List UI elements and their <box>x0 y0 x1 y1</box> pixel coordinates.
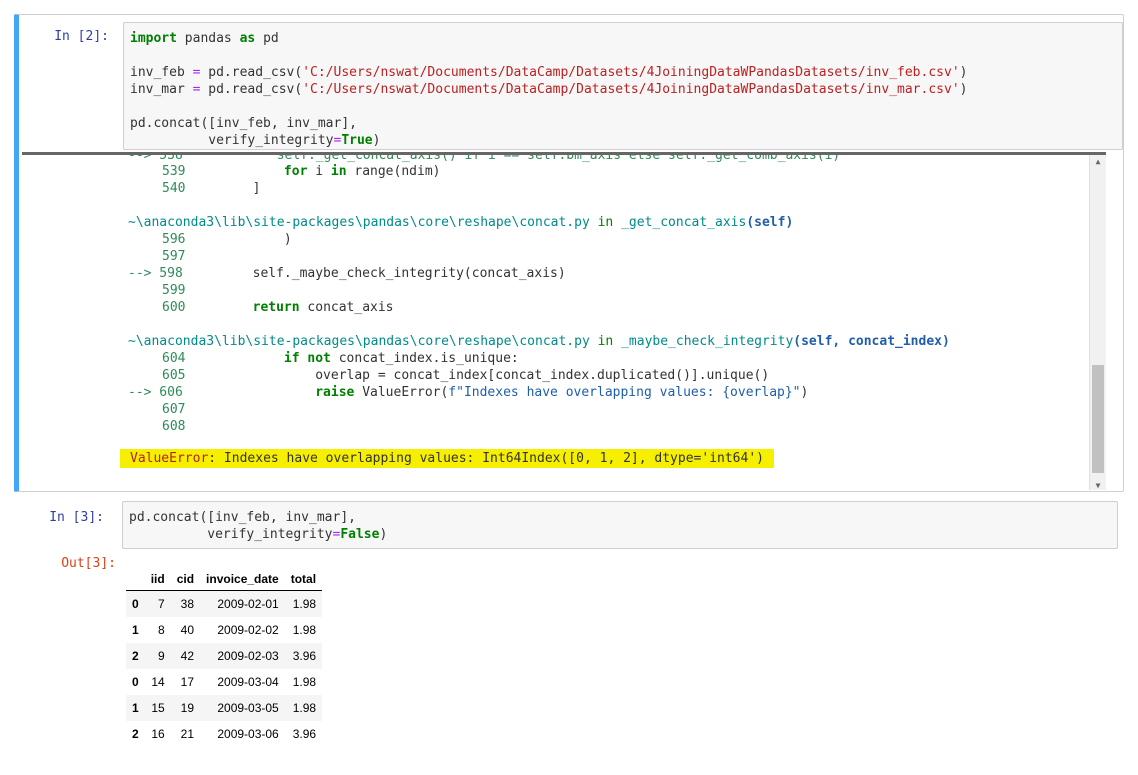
column-header: iid <box>144 568 171 591</box>
row-index: 2 <box>132 649 139 663</box>
table-row: 2 16 21 2009-03-06 3.96 <box>126 721 322 747</box>
traceback-code: return concat_axis <box>252 300 394 315</box>
row-index: 2 <box>132 727 139 741</box>
table-cell: 40 <box>180 623 195 637</box>
code-line-1: pd.concat([inv_feb, inv_mar], <box>129 510 356 525</box>
table-cell: 1.98 <box>292 675 317 689</box>
code-line-2: verify_integrity=False) <box>129 527 388 542</box>
table-cell: 15 <box>151 701 165 715</box>
line-number: 539 <box>162 164 186 179</box>
row-index: 1 <box>132 701 139 715</box>
traceback-frame-2: ~\anaconda3\lib\site-packages\pandas\cor… <box>128 334 950 349</box>
table-cell: 21 <box>180 727 195 741</box>
code-cell-2[interactable]: In [2]: import pandas as pd inv_feb = pd… <box>14 14 1124 492</box>
table-row: 1 15 19 2009-03-05 1.98 <box>126 695 323 721</box>
column-header: cid <box>170 568 201 591</box>
traceback-output: --> 538 self._get_concat_axis() if i == … <box>22 152 1106 490</box>
dataframe-output: iid cid invoice_date total 0 7 38 2009-0… <box>126 568 323 747</box>
table-cell: 1.98 <box>292 701 317 715</box>
table-cell: 2009-02-02 <box>217 623 279 637</box>
table-cell: 9 <box>158 649 165 663</box>
traceback-code: overlap = concat_index[concat_index.dupl… <box>190 368 770 383</box>
table-row: 2 9 42 2009-02-03 3.96 <box>126 643 323 669</box>
line-number: 607 <box>162 402 186 417</box>
traceback-frame-1: ~\anaconda3\lib\site-packages\pandas\cor… <box>128 215 794 230</box>
input-prompt: In [3]: <box>49 510 104 525</box>
code-line-1: import pandas as pd <box>130 31 279 46</box>
table-cell: 17 <box>180 675 195 689</box>
table-cell: 3.96 <box>292 649 317 663</box>
traceback-code: self._maybe_check_integrity(concat_axis) <box>190 266 566 281</box>
scroll-up-icon[interactable]: ▲ <box>1090 155 1106 169</box>
table-cell: 16 <box>151 727 165 741</box>
output-prompt: Out[3]: <box>61 556 116 571</box>
table-header-row: iid cid invoice_date total <box>126 568 323 591</box>
scrollbar-thumb[interactable] <box>1092 365 1104 473</box>
table-cell: 2009-03-04 <box>217 675 279 689</box>
line-number: 600 <box>162 300 186 315</box>
traceback-code: raise ValueError(f"Indexes have overlapp… <box>315 385 809 400</box>
output-scrollbar[interactable]: ▲ ▼ <box>1089 155 1106 490</box>
code-line-7: verify_integrity=True) <box>130 133 381 148</box>
table-cell: 7 <box>158 597 165 611</box>
input-prompt: In [2]: <box>54 29 109 44</box>
traceback-code: ) <box>190 232 292 247</box>
column-header: total <box>284 568 323 591</box>
code-input[interactable]: import pandas as pd inv_feb = pd.read_cs… <box>123 22 1123 150</box>
traceback-code: ] <box>190 181 261 196</box>
table-cell: 1.98 <box>292 623 317 637</box>
table-cell: 2009-03-06 <box>217 727 279 741</box>
line-number: 540 <box>162 181 186 196</box>
table-row: 0 7 38 2009-02-01 1.98 <box>126 590 323 617</box>
table-cell: 3.96 <box>292 727 317 741</box>
row-index: 0 <box>132 675 139 689</box>
table-cell: 2009-02-01 <box>217 597 279 611</box>
error-arrow: --> 598 <box>128 266 183 281</box>
line-number: 608 <box>162 419 186 434</box>
line-number: 596 <box>162 232 186 247</box>
traceback-code: for i in range(ndim) <box>283 164 441 179</box>
table-row: 0 14 17 2009-03-04 1.98 <box>126 669 322 695</box>
table-cell: 8 <box>158 623 165 637</box>
table-cell: 42 <box>180 649 195 663</box>
table-cell: 2009-02-03 <box>217 649 279 663</box>
line-number: 599 <box>162 283 186 298</box>
code-line-6: pd.concat([inv_feb, inv_mar], <box>130 116 357 131</box>
line-number: 604 <box>162 351 186 366</box>
table-cell: 1.98 <box>292 597 317 611</box>
table-cell: 38 <box>180 597 195 611</box>
code-line-4: inv_mar = pd.read_csv('C:/Users/nswat/Do… <box>130 82 968 97</box>
error-arrow: --> 606 <box>128 385 183 400</box>
scroll-down-icon[interactable]: ▼ <box>1090 479 1106 490</box>
table-cell: 2009-03-05 <box>217 701 279 715</box>
line-number: 605 <box>162 368 186 383</box>
row-index: 0 <box>132 597 139 611</box>
traceback-code: if not concat_index.is_unique: <box>283 351 519 366</box>
error-message: ValueError: Indexes have overlapping val… <box>120 449 774 468</box>
table-cell: 19 <box>180 701 195 715</box>
row-index: 1 <box>132 623 139 637</box>
column-header: invoice_date <box>200 568 285 591</box>
line-number: 597 <box>162 249 186 264</box>
column-header <box>126 568 145 591</box>
table-cell: 14 <box>151 675 165 689</box>
code-input[interactable]: pd.concat([inv_feb, inv_mar], verify_int… <box>122 501 1118 549</box>
code-line-3: inv_feb = pd.read_csv('C:/Users/nswat/Do… <box>130 65 968 80</box>
table-row: 1 8 40 2009-02-02 1.98 <box>126 617 322 643</box>
